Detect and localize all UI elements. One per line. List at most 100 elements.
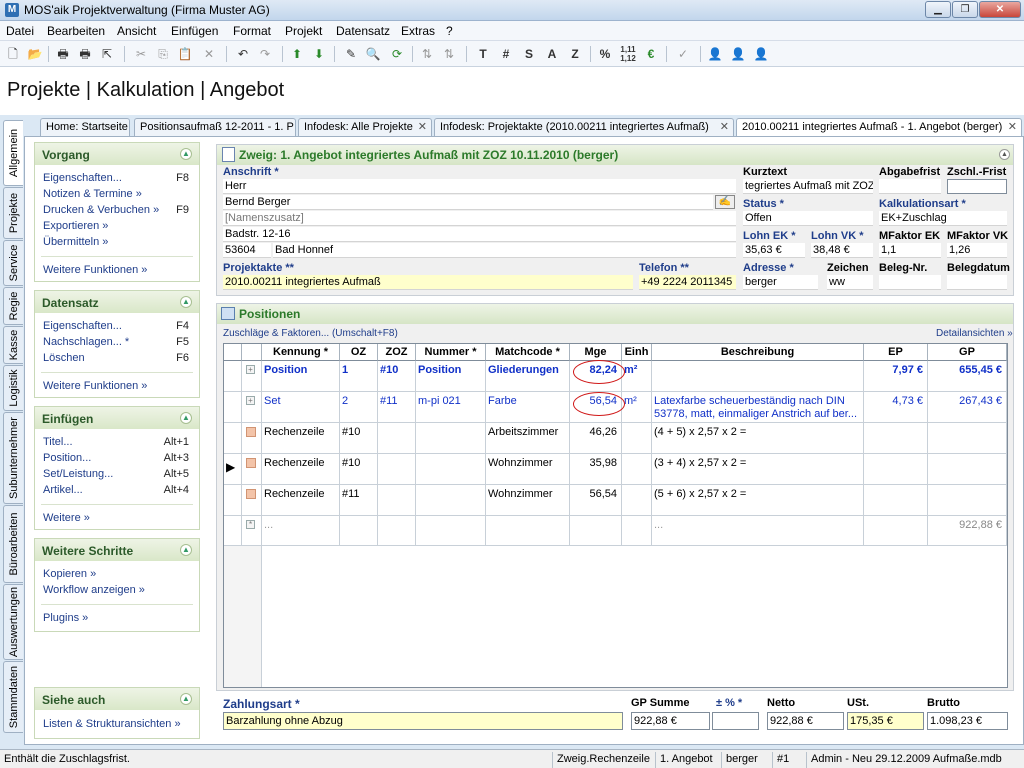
plz-field[interactable]: 53604 <box>223 243 271 258</box>
link-artikel[interactable]: Artikel... <box>43 484 83 496</box>
maximize-button[interactable]: ❐ <box>952 1 978 18</box>
cell-zoz[interactable] <box>378 423 416 454</box>
cell-gp[interactable]: 655,45 € <box>928 361 1007 392</box>
doc-tab-infodesk-projektakte[interactable]: Infodesk: Projektakte (2010.00211 integr… <box>434 118 734 137</box>
column-header-nummer[interactable]: Nummer * <box>416 344 486 361</box>
vtab-projekte[interactable]: Projekte <box>3 187 23 239</box>
edit-icon[interactable]: ✎ <box>342 45 360 63</box>
paste-icon[interactable]: 📋 <box>176 45 194 63</box>
link-loeschen[interactable]: Löschen <box>43 352 85 364</box>
cell-beschreibung[interactable]: (3 + 4) x 2,57 x 2 = <box>652 454 864 485</box>
vtab-logistik[interactable]: Logistik <box>3 365 23 411</box>
cell-ep[interactable] <box>864 454 928 485</box>
close-tab-icon[interactable]: ✕ <box>418 119 427 136</box>
link-drucken-verbuchen[interactable]: Drucken & Verbuchen » <box>43 204 159 216</box>
cell-oz[interactable]: 1 <box>340 361 378 392</box>
column-header-gp[interactable]: GP <box>928 344 1007 361</box>
recalculate-icon[interactable]: ✓ <box>674 45 692 63</box>
cell-matchcode[interactable]: Arbeitszimmer <box>486 423 570 454</box>
cell-einh[interactable] <box>622 485 652 516</box>
strasse-field[interactable]: Badstr. 12-16 <box>223 227 736 242</box>
collapse-icon[interactable]: ▲ <box>999 149 1010 160</box>
cell-beschreibung[interactable] <box>652 361 864 392</box>
cell-einh[interactable] <box>622 516 652 546</box>
cell-kennung[interactable]: Rechenzeile <box>262 485 340 516</box>
lohn-ek-field[interactable]: 35,63 € <box>743 243 805 258</box>
number-format-button[interactable]: # <box>497 45 515 63</box>
cell-beschreibung[interactable]: ... <box>652 516 864 546</box>
menu-datensatz[interactable]: Datensatz <box>336 24 390 38</box>
detailansichten-link[interactable]: Detailansichten » <box>936 328 1013 339</box>
menu-help[interactable]: ? <box>446 24 453 38</box>
title-format-button[interactable]: T <box>474 45 492 63</box>
cell-mge[interactable]: 56,54 <box>570 485 622 516</box>
cell-mge[interactable]: 46,26 <box>570 423 622 454</box>
name-field[interactable]: Bernd Berger <box>223 195 713 210</box>
sum-format-button[interactable]: S <box>520 45 538 63</box>
link-set-leistung[interactable]: Set/Leistung... <box>43 468 113 480</box>
cell-nummer[interactable] <box>416 485 486 516</box>
link-weitere-funktionen[interactable]: Weitere Funktionen » <box>43 380 147 392</box>
article-format-button[interactable]: A <box>543 45 561 63</box>
link-uebermitteln[interactable]: Übermitteln » <box>43 236 108 248</box>
delete-icon[interactable]: ✕ <box>200 45 218 63</box>
user-yellow-icon[interactable]: 👤 <box>729 45 747 63</box>
column-header-mge[interactable]: Mge <box>570 344 622 361</box>
new-row-icon[interactable]: * <box>246 520 255 529</box>
link-eigenschaften[interactable]: Eigenschaften... <box>43 320 122 332</box>
vtab-kasse[interactable]: Kasse <box>3 326 23 364</box>
cell-zoz[interactable] <box>378 454 416 485</box>
telefon-field[interactable]: +49 2224 2011345 <box>639 275 736 290</box>
link-exportieren[interactable]: Exportieren » <box>43 220 108 232</box>
cell-oz[interactable] <box>340 516 378 546</box>
cell-gp[interactable] <box>928 423 1007 454</box>
cell-nummer[interactable] <box>416 454 486 485</box>
kurztext-field[interactable]: tegriertes Aufmaß mit ZOZ <box>743 179 873 194</box>
cell-einh[interactable] <box>622 454 652 485</box>
column-header-beschreibung[interactable]: Beschreibung <box>652 344 864 361</box>
cell-matchcode[interactable]: Wohnzimmer <box>486 454 570 485</box>
collapse-icon[interactable]: ▲ <box>180 544 192 556</box>
cell-oz[interactable]: #11 <box>340 485 378 516</box>
cell-nummer[interactable] <box>416 516 486 546</box>
cell-nummer[interactable]: Position <box>416 361 486 392</box>
menu-format[interactable]: Format <box>233 24 271 38</box>
decimal-icon[interactable]: 1,11 1,12 <box>619 45 637 63</box>
refresh-icon[interactable]: ⟳ <box>388 45 406 63</box>
row-indicator[interactable] <box>224 423 242 454</box>
close-tab-icon[interactable]: ✕ <box>1008 119 1017 136</box>
link-weitere[interactable]: Weitere » <box>43 512 90 524</box>
vtab-service[interactable]: Service <box>3 240 23 286</box>
cell-einh[interactable]: m² <box>622 392 652 423</box>
mfaktor-vk-field[interactable]: 1,26 <box>947 243 1007 258</box>
expand-icon[interactable]: + <box>246 365 255 374</box>
vtab-regie[interactable]: Regie <box>3 287 23 325</box>
collapse-icon[interactable]: ▲ <box>180 148 192 160</box>
adresse-field[interactable]: berger <box>743 275 818 290</box>
menu-projekt[interactable]: Projekt <box>285 24 322 38</box>
cell-zoz[interactable]: #11 <box>378 392 416 423</box>
sort-desc-icon[interactable]: ⇅ <box>440 45 458 63</box>
link-kopieren[interactable]: Kopieren » <box>43 568 96 580</box>
zahlungsart-field[interactable]: Barzahlung ohne Abzug <box>223 712 623 730</box>
cell-oz[interactable]: #10 <box>340 454 378 485</box>
cell-gp[interactable] <box>928 485 1007 516</box>
row-indicator[interactable] <box>224 361 242 392</box>
doc-tab-infodesk-projekte[interactable]: Infodesk: Alle Projekte ✕ <box>298 118 432 137</box>
find-icon[interactable]: 🔍 <box>364 45 382 63</box>
address-lookup-icon[interactable]: ✍ <box>715 195 735 209</box>
cell-nummer[interactable]: m-pi 021 <box>416 392 486 423</box>
anrede-field[interactable]: Herr <box>223 179 736 194</box>
percent-button[interactable]: % <box>596 45 614 63</box>
doc-tab-home[interactable]: Home: Startseite <box>40 118 130 137</box>
zschl-frist-field[interactable] <box>947 179 1007 194</box>
cell-beschreibung[interactable]: (5 + 6) x 2,57 x 2 = <box>652 485 864 516</box>
cell-ep[interactable]: 7,97 € <box>864 361 928 392</box>
vtab-subunternehmer[interactable]: Subunternehmer <box>3 412 23 504</box>
ort-field[interactable]: Bad Honnef <box>273 243 736 258</box>
column-header-kennung[interactable]: Kennung * <box>262 344 340 361</box>
open-icon[interactable]: 📂 <box>26 45 44 63</box>
lohn-vk-field[interactable]: 38,48 € <box>811 243 873 258</box>
z-format-button[interactable]: Z <box>566 45 584 63</box>
undo-icon[interactable]: ↶ <box>234 45 252 63</box>
